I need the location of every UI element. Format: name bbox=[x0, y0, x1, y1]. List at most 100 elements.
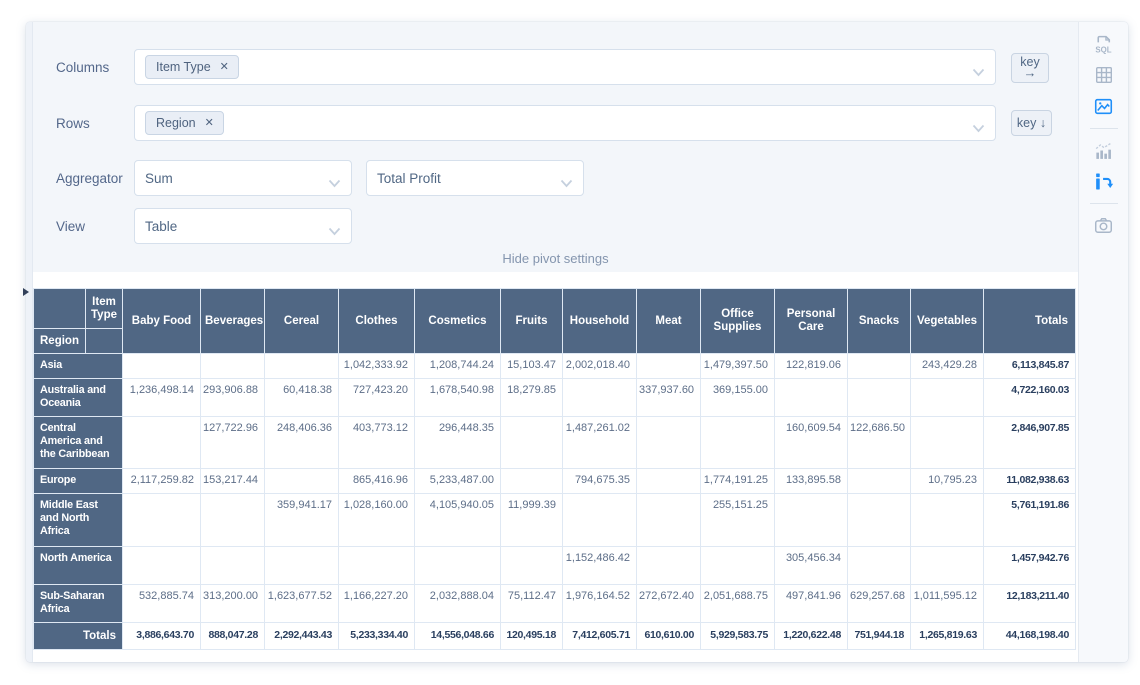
value-cell: 11,999.39 bbox=[501, 494, 563, 547]
key-to-columns-button[interactable]: key → bbox=[1011, 53, 1049, 83]
view-label: View bbox=[56, 219, 85, 234]
value-cell: 532,885.74 bbox=[123, 585, 201, 623]
pivot-button[interactable] bbox=[1091, 168, 1117, 194]
totals-col-header: Totals bbox=[984, 289, 1076, 354]
chevron-down-icon bbox=[560, 175, 573, 193]
pane-collapse-arrow-icon[interactable] bbox=[23, 288, 29, 296]
aggregator-argument-select[interactable]: Total Profit bbox=[366, 160, 584, 196]
columns-select[interactable]: Item Type ✕ bbox=[134, 49, 996, 85]
value-cell: 2,002,018.40 bbox=[563, 354, 637, 379]
value-cell: 5,233,487.00 bbox=[415, 469, 501, 494]
value-cell bbox=[701, 417, 775, 469]
value-cell bbox=[911, 494, 984, 547]
value-cell: 794,675.35 bbox=[563, 469, 637, 494]
camera-icon bbox=[1093, 215, 1114, 236]
value-cell bbox=[501, 469, 563, 494]
value-cell bbox=[911, 547, 984, 585]
value-cell: 1,774,191.25 bbox=[701, 469, 775, 494]
chevron-down-icon bbox=[328, 223, 341, 241]
value-cell bbox=[911, 417, 984, 469]
remove-tag-icon[interactable]: ✕ bbox=[220, 62, 229, 73]
value-cell bbox=[637, 469, 701, 494]
sql-tab-button[interactable]: SQL bbox=[1091, 31, 1117, 57]
toolbar-divider bbox=[1090, 203, 1118, 204]
value-cell bbox=[911, 379, 984, 417]
pivot-table: Item TypeBaby FoodBeveragesCerealClothes… bbox=[33, 288, 1076, 650]
value-cell bbox=[201, 494, 265, 547]
view-select[interactable]: Table bbox=[134, 208, 352, 244]
row-total-cell: 4,722,160.03 bbox=[984, 379, 1076, 417]
row-total-cell: 2,846,907.85 bbox=[984, 417, 1076, 469]
col-total-cell: 888,047.28 bbox=[201, 623, 265, 650]
value-cell bbox=[265, 547, 339, 585]
value-cell bbox=[201, 354, 265, 379]
value-cell bbox=[701, 547, 775, 585]
key-to-rows-button[interactable]: key ↓ bbox=[1011, 110, 1052, 136]
row-total-cell: 11,082,938.63 bbox=[984, 469, 1076, 494]
value-cell: 369,155.00 bbox=[701, 379, 775, 417]
value-cell: 122,819.06 bbox=[775, 354, 848, 379]
col-header: Snacks bbox=[848, 289, 911, 354]
value-cell bbox=[265, 469, 339, 494]
col-total-cell: 14,556,048.66 bbox=[415, 623, 501, 650]
export-image-button[interactable] bbox=[1091, 212, 1117, 238]
value-cell bbox=[123, 417, 201, 469]
pivot-table-header: Item TypeBaby FoodBeveragesCerealClothes… bbox=[34, 289, 1076, 354]
col-header: Cosmetics bbox=[415, 289, 501, 354]
value-cell: 305,456.34 bbox=[775, 547, 848, 585]
row-attr-label: Region bbox=[34, 329, 86, 354]
chart-image-icon bbox=[1093, 96, 1114, 117]
value-cell: 1,152,486.42 bbox=[563, 547, 637, 585]
value-cell: 272,672.40 bbox=[637, 585, 701, 623]
table-tab-button[interactable] bbox=[1091, 62, 1117, 88]
value-cell: 497,841.96 bbox=[775, 585, 848, 623]
col-total-cell: 751,944.18 bbox=[848, 623, 911, 650]
row-header: Middle East and North Africa bbox=[34, 494, 123, 547]
chevron-down-icon bbox=[328, 175, 341, 193]
rows-label: Rows bbox=[56, 116, 90, 131]
value-cell bbox=[415, 547, 501, 585]
value-cell bbox=[501, 417, 563, 469]
aggregator-label: Aggregator bbox=[56, 171, 123, 186]
col-header: Meat bbox=[637, 289, 701, 354]
chart-tab-button[interactable] bbox=[1091, 93, 1117, 119]
row-total-cell: 6,113,845.87 bbox=[984, 354, 1076, 379]
col-total-cell: 5,233,334.40 bbox=[339, 623, 415, 650]
blank-header-cell bbox=[86, 329, 123, 354]
row-header: Sub-Saharan Africa bbox=[34, 585, 123, 623]
value-cell: 1,976,164.52 bbox=[563, 585, 637, 623]
col-header: Clothes bbox=[339, 289, 415, 354]
value-cell: 1,487,261.02 bbox=[563, 417, 637, 469]
aggregator-argument-value: Total Profit bbox=[377, 171, 441, 186]
col-header: Personal Care bbox=[775, 289, 848, 354]
value-cell: 1,166,227.20 bbox=[339, 585, 415, 623]
pane-resize-gutter[interactable] bbox=[26, 22, 33, 662]
col-total-cell: 610,610.00 bbox=[637, 623, 701, 650]
col-total-cell: 1,265,819.63 bbox=[911, 623, 984, 650]
value-cell bbox=[339, 547, 415, 585]
value-cell: 2,032,888.04 bbox=[415, 585, 501, 623]
row-header: North America bbox=[34, 547, 123, 585]
sql-file-icon: SQL bbox=[1093, 34, 1114, 55]
value-cell: 122,686.50 bbox=[848, 417, 911, 469]
aggregator-select[interactable]: Sum bbox=[134, 160, 352, 196]
col-header: Vegetables bbox=[911, 289, 984, 354]
remove-tag-icon[interactable]: ✕ bbox=[205, 118, 214, 129]
col-header: Household bbox=[563, 289, 637, 354]
chart-type-button[interactable] bbox=[1091, 137, 1117, 163]
value-cell bbox=[637, 547, 701, 585]
columns-label: Columns bbox=[56, 60, 109, 75]
hide-pivot-settings-link[interactable]: Hide pivot settings bbox=[33, 251, 1078, 266]
rows-tag: Region ✕ bbox=[145, 111, 224, 135]
value-cell: 629,257.68 bbox=[848, 585, 911, 623]
value-cell bbox=[563, 379, 637, 417]
row-total-cell: 12,183,211.40 bbox=[984, 585, 1076, 623]
value-cell bbox=[501, 547, 563, 585]
col-header: Cereal bbox=[265, 289, 339, 354]
value-cell: 133,895.58 bbox=[775, 469, 848, 494]
rows-select[interactable]: Region ✕ bbox=[134, 105, 996, 141]
bar-chart-icon bbox=[1093, 140, 1114, 161]
value-cell: 337,937.60 bbox=[637, 379, 701, 417]
value-cell: 403,773.12 bbox=[339, 417, 415, 469]
value-cell: 1,011,595.12 bbox=[911, 585, 984, 623]
